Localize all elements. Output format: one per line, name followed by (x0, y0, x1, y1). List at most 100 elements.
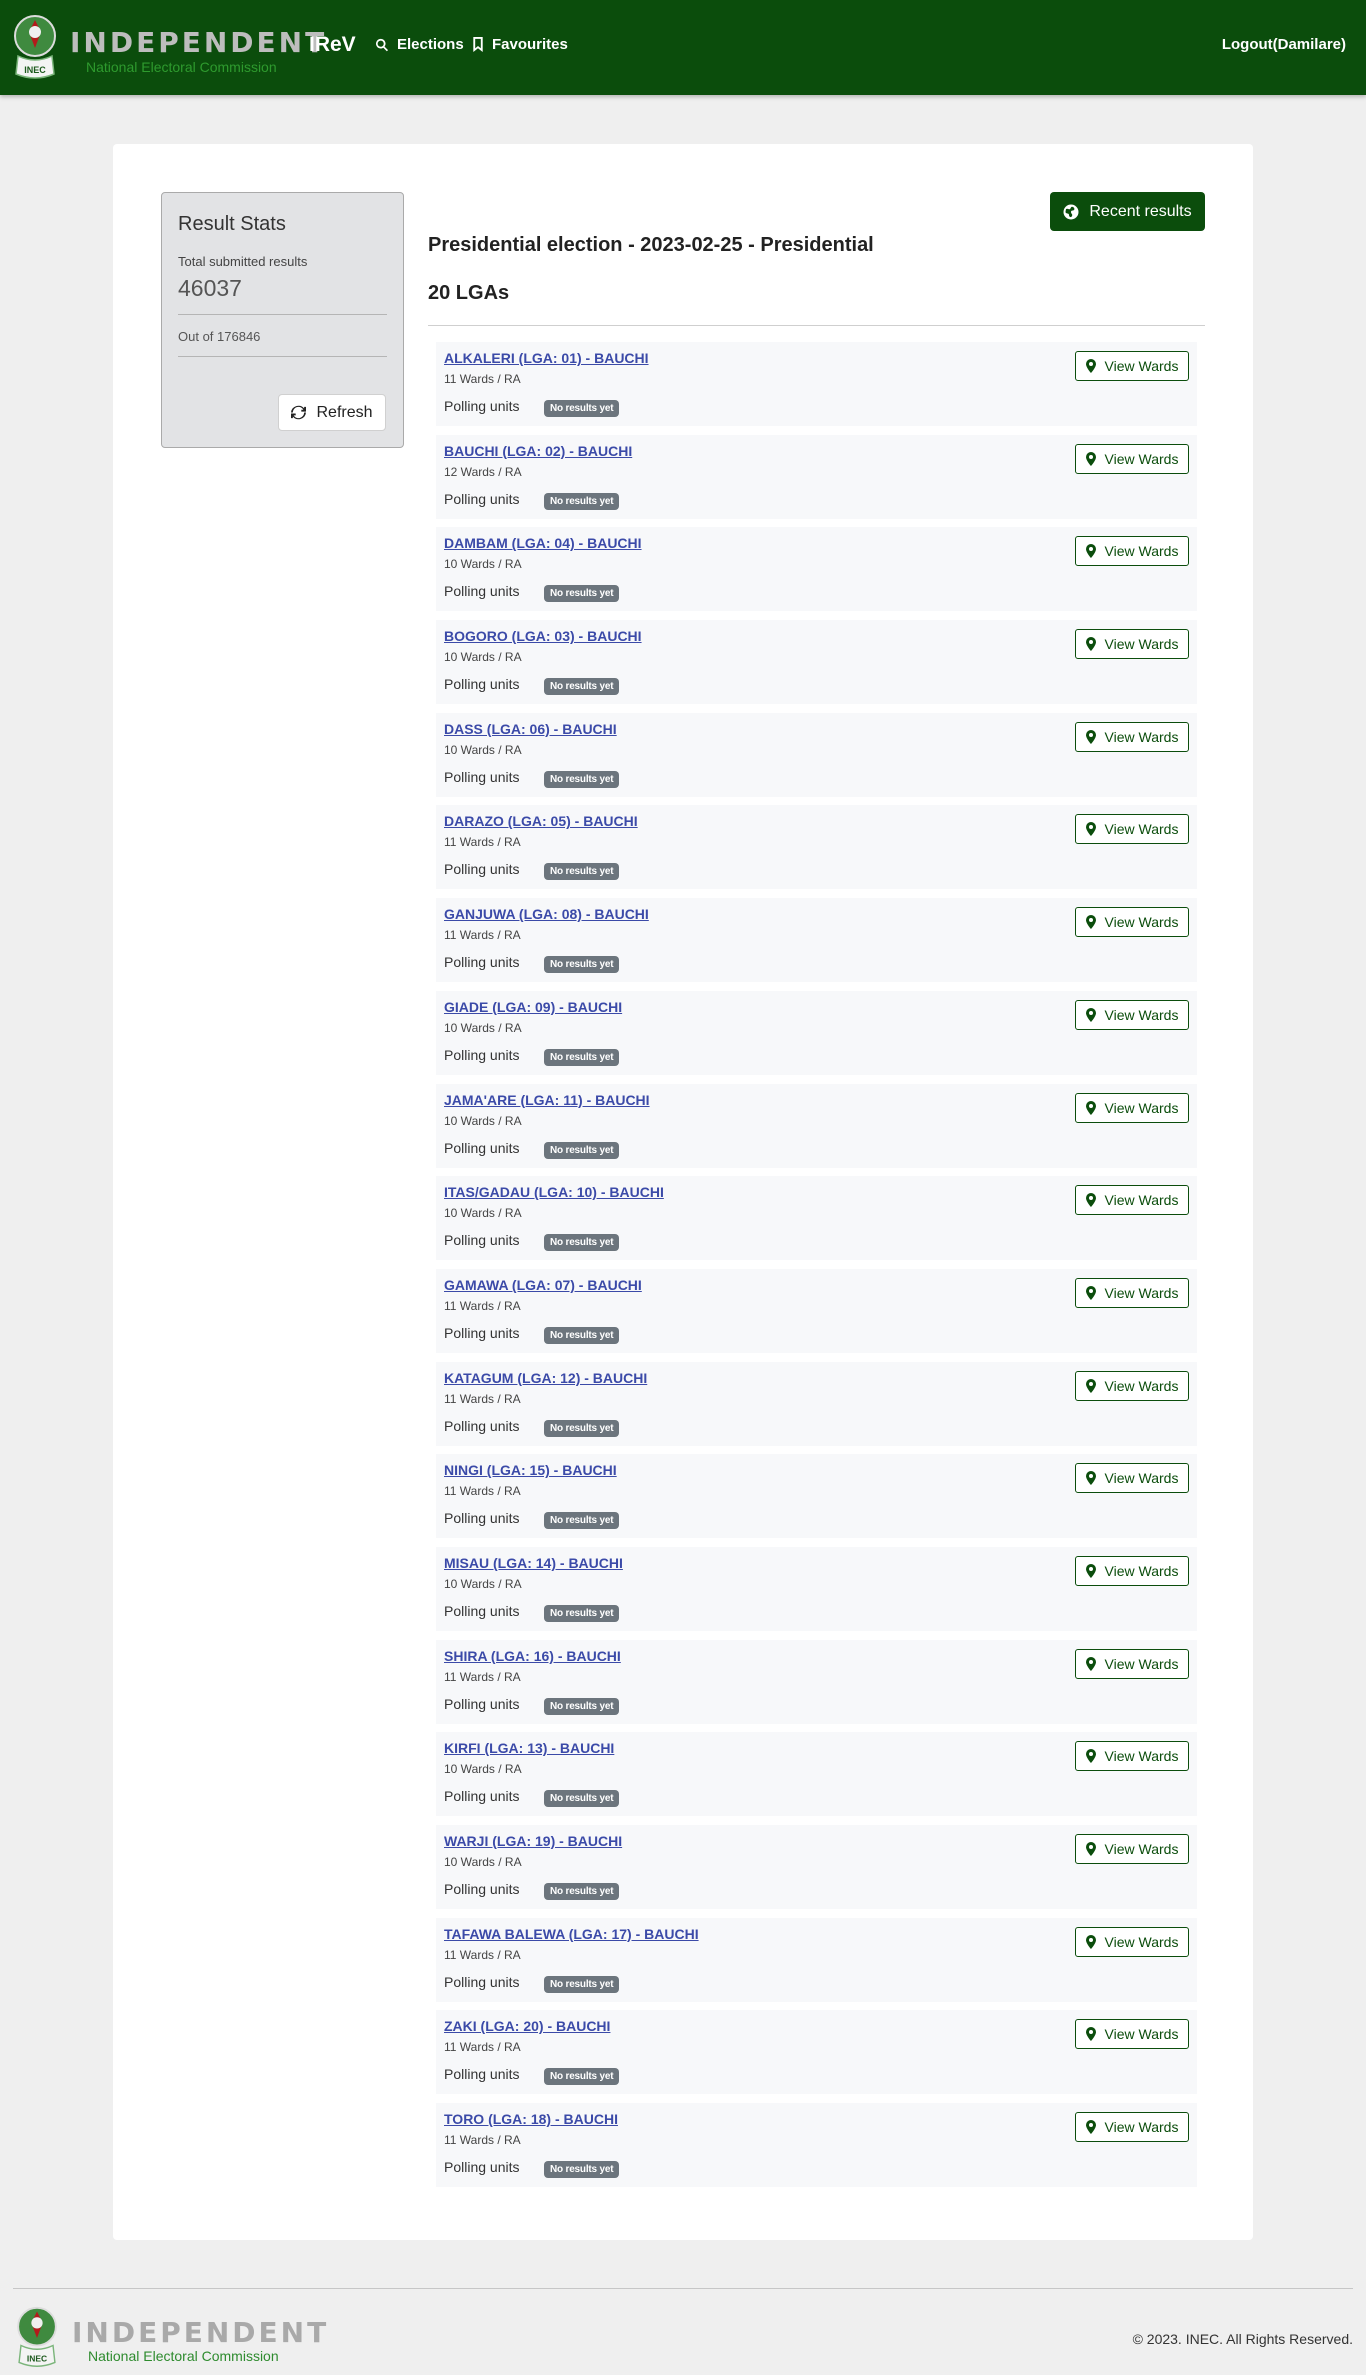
view-wards-button[interactable]: View Wards (1075, 814, 1189, 845)
view-wards-button[interactable]: View Wards (1075, 2112, 1189, 2143)
lga-list: ALKALERI (LGA: 01) - BAUCHI 11 Wards / R… (436, 342, 1197, 2196)
lga-wards-count: 10 Wards / RA (444, 1113, 522, 1128)
status-badge: No results yet (544, 2068, 620, 2086)
view-wards-button[interactable]: View Wards (1075, 443, 1189, 474)
lga-name-link[interactable]: JAMA'ARE (LGA: 11) - BAUCHI (444, 1092, 650, 1108)
view-wards-button[interactable]: View Wards (1075, 1277, 1189, 1308)
map-marker-icon (1085, 822, 1096, 837)
view-wards-button[interactable]: View Wards (1075, 1370, 1189, 1401)
polling-units-label: Polling units (444, 1046, 520, 1063)
view-wards-button[interactable]: View Wards (1075, 1555, 1189, 1586)
polling-units-label: Polling units (444, 768, 520, 785)
map-marker-icon (1085, 1100, 1096, 1115)
lga-name-link[interactable]: DASS (LGA: 06) - BAUCHI (444, 721, 617, 737)
view-wards-button[interactable]: View Wards (1075, 999, 1189, 1030)
bookmark-icon (473, 37, 483, 52)
map-marker-icon (1085, 915, 1096, 930)
polling-units-label: Polling units (444, 676, 520, 693)
map-marker-icon (1085, 451, 1096, 466)
recent-results-button[interactable]: Recent results (1050, 192, 1205, 231)
lga-name-link[interactable]: ALKALERI (LGA: 01) - BAUCHI (444, 350, 649, 366)
lga-row: KIRFI (LGA: 13) - BAUCHI 10 Wards / RA P… (436, 1732, 1197, 1817)
view-wards-button[interactable]: View Wards (1075, 1834, 1189, 1864)
view-wards-button[interactable]: View Wards (1075, 1648, 1189, 1679)
lga-name-link[interactable]: GANJUWA (LGA: 08) - BAUCHI (444, 906, 649, 922)
lga-name-link[interactable]: DARAZO (LGA: 05) - BAUCHI (444, 813, 638, 829)
lga-name-link[interactable]: ZAKI (LGA: 20) - BAUCHI (444, 2018, 610, 2034)
polling-units-label: Polling units (444, 490, 520, 507)
view-wards-label: View Wards (1104, 1099, 1179, 1116)
view-wards-button[interactable]: View Wards (1075, 2019, 1189, 2050)
stats-divider (178, 356, 387, 357)
footer-divider (13, 2288, 1353, 2289)
map-marker-icon (1085, 1007, 1096, 1022)
stats-divider (178, 314, 387, 315)
lga-row: BAUCHI (LGA: 02) - BAUCHI 12 Wards / RA … (436, 434, 1197, 519)
status-badge: No results yet (544, 1419, 620, 1437)
nav-elections[interactable]: Elections (375, 36, 464, 53)
status-badge: No results yet (544, 1048, 620, 1066)
lga-row: TORO (LGA: 18) - BAUCHI 11 Wards / RA Po… (436, 2103, 1197, 2188)
lga-name-link[interactable]: KIRFI (LGA: 13) - BAUCHI (444, 1740, 614, 1756)
lga-wards-count: 11 Wards / RA (444, 2040, 521, 2055)
nav-favourites[interactable]: Favourites (472, 36, 568, 53)
svg-text:INEC: INEC (24, 65, 46, 75)
lga-name-link[interactable]: GAMAWA (LGA: 07) - BAUCHI (444, 1277, 642, 1293)
lga-name-link[interactable]: GIADE (LGA: 09) - BAUCHI (444, 999, 622, 1015)
lga-name-link[interactable]: BOGORO (LGA: 03) - BAUCHI (444, 628, 642, 644)
view-wards-button[interactable]: View Wards (1075, 1926, 1189, 1957)
lga-name-link[interactable]: DAMBAM (LGA: 04) - BAUCHI (444, 535, 642, 551)
lga-row: NINGI (LGA: 15) - BAUCHI 11 Wards / RA P… (436, 1454, 1197, 1539)
map-marker-icon (1085, 2120, 1096, 2135)
lga-name-link[interactable]: TAFAWA BALEWA (LGA: 17) - BAUCHI (444, 1926, 699, 1942)
polling-units-label: Polling units (444, 1788, 520, 1805)
polling-units-label: Polling units (444, 954, 520, 971)
map-marker-icon (1085, 729, 1096, 744)
footer-brand-subtitle: National Electoral Commission (88, 2348, 279, 2364)
lga-name-link[interactable]: MISAU (LGA: 14) - BAUCHI (444, 1555, 623, 1571)
lga-row: GAMAWA (LGA: 07) - BAUCHI 11 Wards / RA … (436, 1268, 1197, 1353)
lga-name-link[interactable]: KATAGUM (LGA: 12) - BAUCHI (444, 1370, 647, 1386)
lga-name-link[interactable]: TORO (LGA: 18) - BAUCHI (444, 2111, 618, 2127)
lga-wards-count: 11 Wards / RA (444, 1947, 521, 1962)
lga-row: BOGORO (LGA: 03) - BAUCHI 10 Wards / RA … (436, 620, 1197, 705)
total-submitted-label: Total submitted results (178, 254, 308, 269)
app-title[interactable]: IReV (309, 33, 356, 57)
view-wards-button[interactable]: View Wards (1075, 1463, 1189, 1494)
view-wards-button[interactable]: View Wards (1075, 721, 1189, 752)
refresh-button[interactable]: Refresh (278, 394, 386, 431)
total-submitted-value: 46037 (178, 275, 242, 301)
lga-wards-count: 10 Wards / RA (444, 1762, 522, 1777)
lga-wards-count: 11 Wards / RA (444, 928, 521, 943)
view-wards-label: View Wards (1104, 450, 1179, 467)
status-badge: No results yet (544, 1975, 620, 1993)
view-wards-label: View Wards (1104, 636, 1179, 653)
nav-elections-label: Elections (397, 36, 464, 53)
lga-row: WARJI (LGA: 19) - BAUCHI 10 Wards / RA P… (436, 1825, 1197, 1909)
logout-link[interactable]: Logout(Damilare) (1222, 36, 1346, 53)
lga-name-link[interactable]: ITAS/GADAU (LGA: 10) - BAUCHI (444, 1184, 664, 1200)
map-marker-icon (1085, 1193, 1096, 1208)
view-wards-label: View Wards (1104, 1748, 1179, 1765)
lga-wards-count: 10 Wards / RA (444, 1576, 522, 1591)
lga-name-link[interactable]: BAUCHI (LGA: 02) - BAUCHI (444, 443, 632, 459)
view-wards-label: View Wards (1104, 1192, 1179, 1209)
view-wards-button[interactable]: View Wards (1075, 1185, 1189, 1216)
polling-units-label: Polling units (444, 1695, 520, 1712)
view-wards-button[interactable]: View Wards (1075, 536, 1189, 567)
map-marker-icon (1085, 544, 1096, 559)
svg-text:INEC: INEC (27, 2354, 47, 2364)
view-wards-button[interactable]: View Wards (1075, 1092, 1189, 1123)
inec-brand-logo[interactable]: INEC INDEPENDENT National Electoral Comm… (10, 12, 324, 82)
view-wards-button[interactable]: View Wards (1075, 351, 1189, 381)
lga-wards-count: 10 Wards / RA (444, 742, 522, 757)
lga-name-link[interactable]: SHIRA (LGA: 16) - BAUCHI (444, 1648, 621, 1664)
lga-count: 20 LGAs (428, 282, 510, 304)
lga-name-link[interactable]: NINGI (LGA: 15) - BAUCHI (444, 1462, 617, 1478)
polling-units-label: Polling units (444, 1417, 520, 1434)
view-wards-button[interactable]: View Wards (1075, 1741, 1189, 1772)
lga-name-link[interactable]: WARJI (LGA: 19) - BAUCHI (444, 1833, 622, 1849)
view-wards-button[interactable]: View Wards (1075, 907, 1189, 938)
view-wards-button[interactable]: View Wards (1075, 629, 1189, 660)
status-badge: No results yet (544, 1883, 620, 1900)
